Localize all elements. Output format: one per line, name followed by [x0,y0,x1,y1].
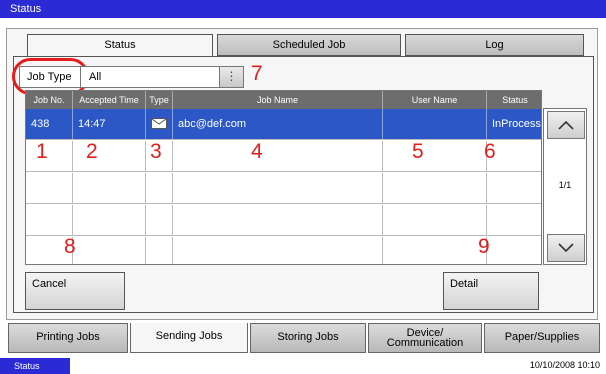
tab-scheduled-job-label: Scheduled Job [272,39,346,51]
job-type-value: All [89,71,102,83]
table-header: Job No. Accepted Time Type Job Name User… [26,91,541,109]
table-row[interactable] [26,205,541,236]
callout-6: 6 [484,140,496,163]
scroll-down-button[interactable] [547,234,585,262]
callout-1: 1 [36,140,48,163]
tab-log-label: Log [485,39,504,51]
job-table: Job No. Accepted Time Type Job Name User… [25,90,542,265]
cell-type [146,109,173,139]
page-indicator: 1/1 [558,180,572,190]
tab-device-communication[interactable]: Device/ Communication [368,323,482,353]
tab-printing-jobs-label: Printing Jobs [36,331,100,343]
status-bar: Status 10/10/2008 10:10 [0,356,606,374]
chevron-down-icon [558,243,574,253]
tab-scheduled-job[interactable]: Scheduled Job [217,34,401,56]
cell-accepted-time: 14:47 [73,109,146,139]
callout-5: 5 [412,140,424,163]
tab-paper-supplies-label: Paper/Supplies [504,331,580,343]
tab-status[interactable]: Status [27,34,213,57]
table-row[interactable] [26,141,541,172]
chevron-up-icon [558,120,574,130]
tab-log[interactable]: Log [405,34,584,56]
tab-sending-jobs[interactable]: Sending Jobs [130,323,248,353]
cell-job-name: abc@def.com [173,109,383,139]
tab-status-label: Status [104,39,136,51]
callout-7: 7 [251,62,263,85]
callout-9: 9 [478,235,490,258]
callout-4: 4 [251,140,263,163]
cell-user-name [383,109,487,139]
cell-job-no: 438 [26,109,73,139]
tab-storing-jobs-label: Storing Jobs [277,331,339,343]
tab-sending-jobs-label: Sending Jobs [155,330,223,342]
tab-storing-jobs[interactable]: Storing Jobs [250,323,366,353]
header-job-no: Job No. [26,91,73,109]
job-type-select[interactable]: All ⋮ [80,66,244,88]
header-job-name: Job Name [173,91,383,109]
header-status: Status [502,95,528,105]
datetime: 10/10/2008 10:10 [529,360,600,370]
scroll-up-button[interactable] [547,111,585,139]
chevron-down-icon[interactable]: ⋮ [219,67,243,87]
table-row[interactable]: 438 14:47 abc@def.com InProcess [26,109,541,140]
table-row[interactable] [26,237,541,264]
callout-2: 2 [86,140,98,163]
tab-paper-supplies[interactable]: Paper/Supplies [484,323,600,353]
tab-device-communication-label: Device/ Communication [386,327,464,349]
header-type: Type [146,91,173,109]
detail-button[interactable]: Detail [443,272,539,310]
cell-status: InProcess [492,118,541,130]
window-title: Status [0,0,606,18]
callout-8: 8 [64,235,76,258]
header-user-name: User Name [383,91,487,109]
callout-3: 3 [150,140,162,163]
envelope-icon [151,118,167,129]
header-accepted-time: Accepted Time [73,91,146,109]
tab-printing-jobs[interactable]: Printing Jobs [8,323,128,353]
status-chip[interactable]: Status [0,358,70,374]
table-row[interactable] [26,173,541,204]
cancel-button[interactable]: Cancel [25,272,125,310]
